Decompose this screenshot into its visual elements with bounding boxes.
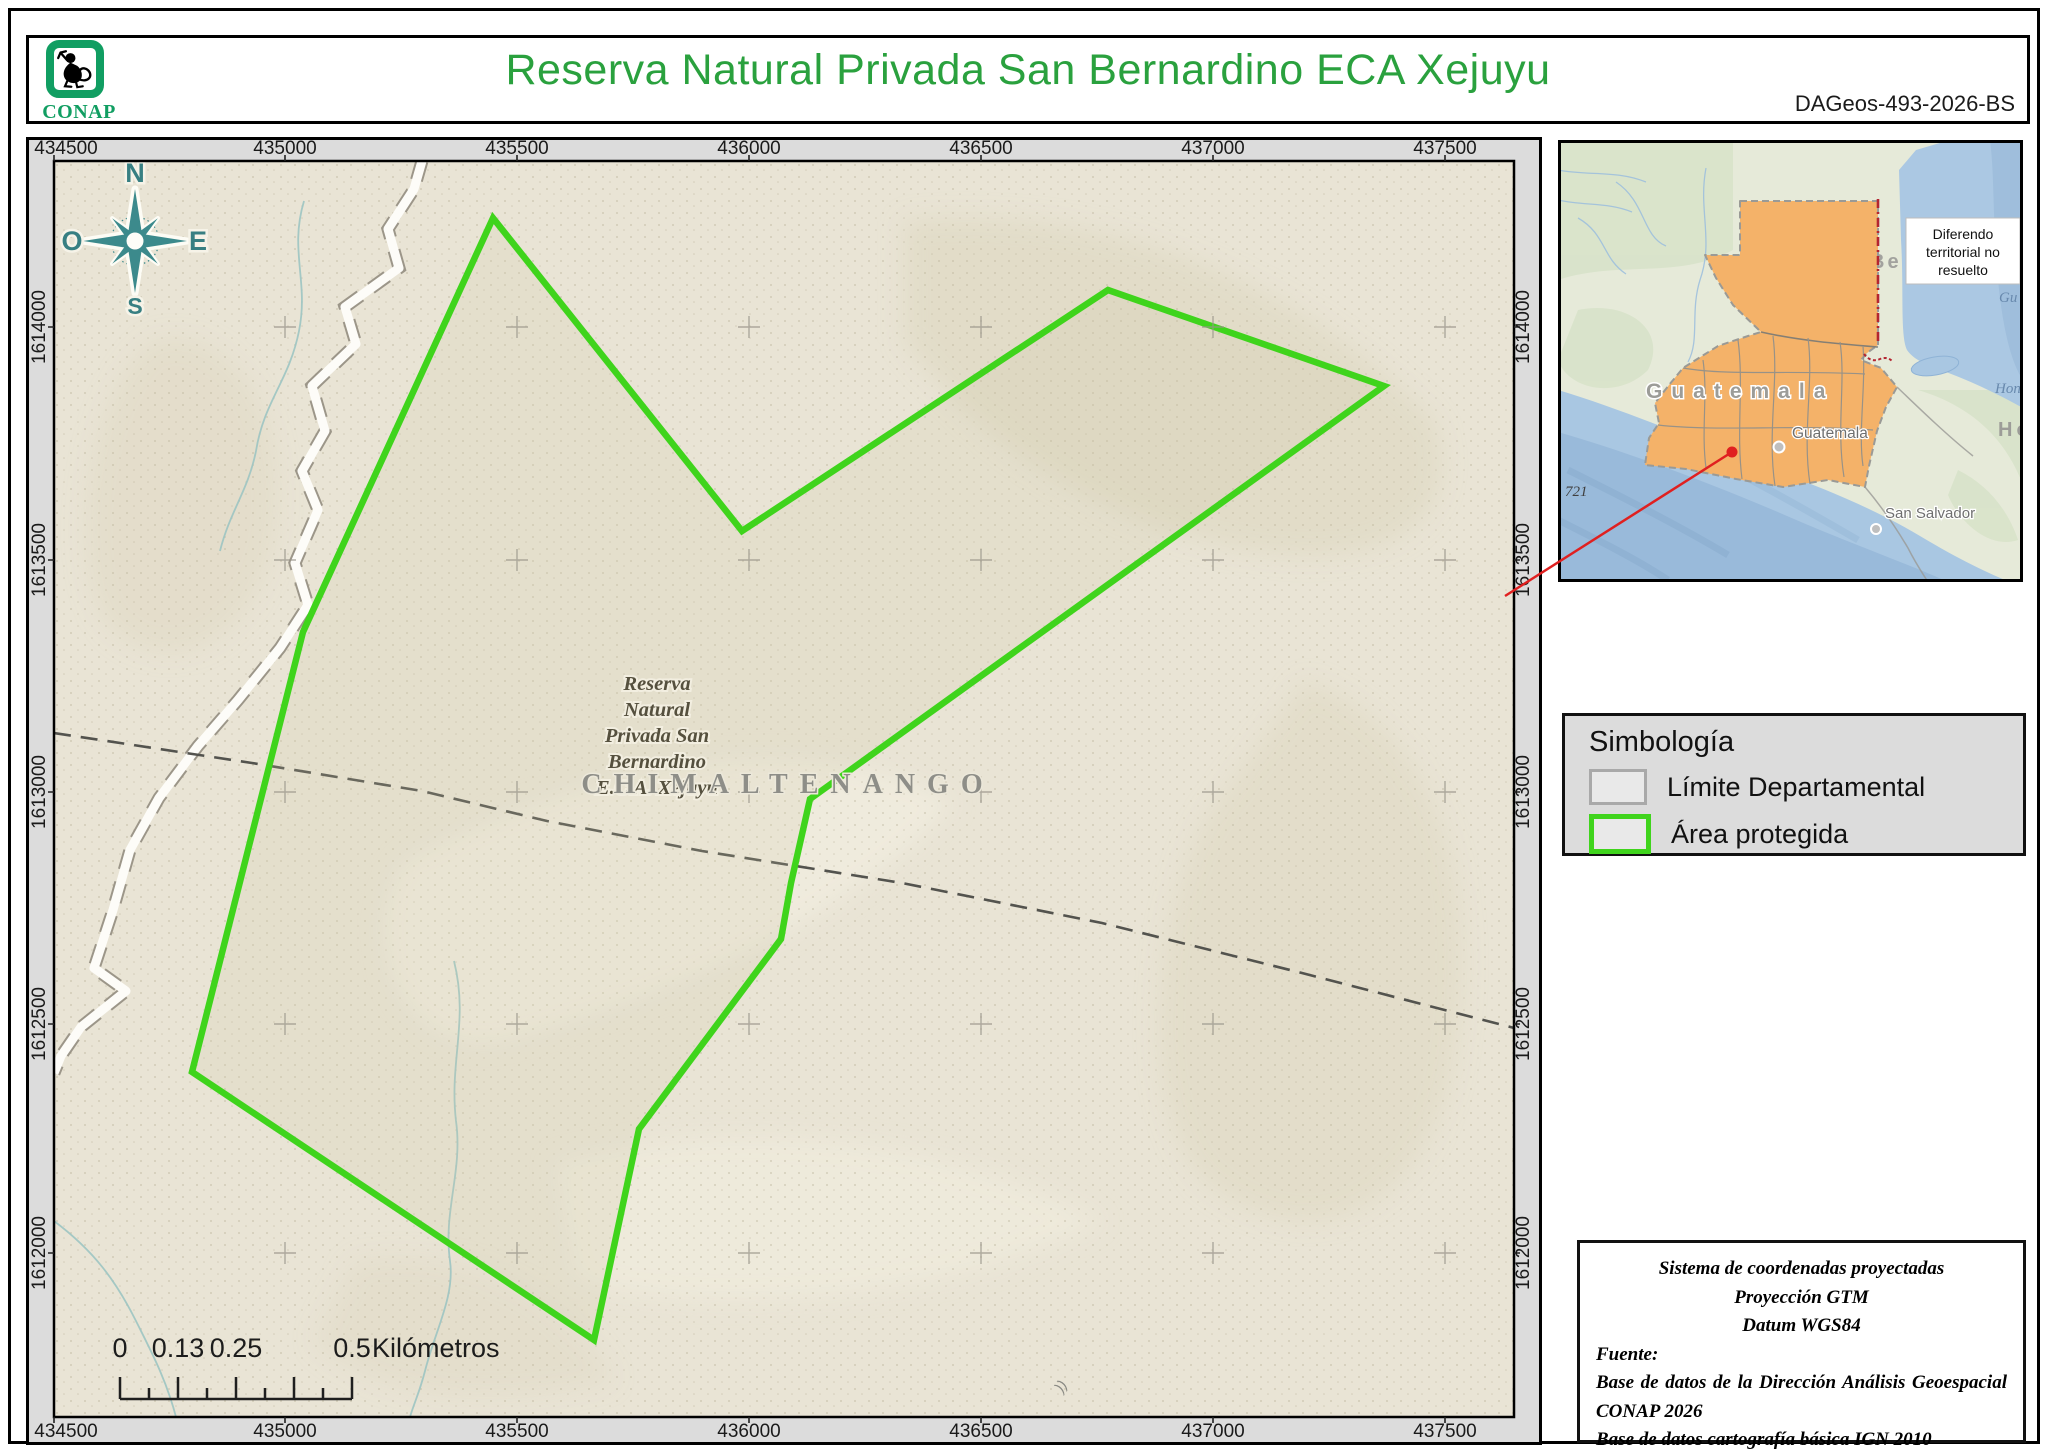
credit-line: CONAP 2026 [1596, 1400, 1703, 1422]
scale-tick-label: 0.5 [333, 1333, 371, 1363]
legend-box: Simbología Límite Departamental Área pro… [1562, 713, 2026, 856]
sea-label-honduras: Hond [1994, 381, 2023, 397]
legend-swatch-protected [1589, 814, 1651, 854]
compass-west-label: O [61, 226, 82, 256]
guatemala-country-label: Guatemala [1646, 380, 1834, 403]
territorial-note-line: Diferendo [1933, 226, 1994, 242]
territorial-note-line: resuelto [1938, 262, 1988, 278]
territorial-note-line: territorial no [1926, 244, 2000, 260]
coordinate-label: 1612000 [1513, 1216, 1534, 1290]
inset-map: Be Guatemala Guatemala San Salvador 721 … [1558, 140, 2023, 582]
territorial-note: Diferendo territorial no resuelto [1905, 217, 2021, 285]
coordinate-label: 1612500 [1513, 987, 1534, 1061]
coordinate-label: 1613000 [29, 755, 50, 829]
coordinate-label: 437500 [1413, 1421, 1476, 1442]
scale-unit-label: Kilómetros [372, 1333, 500, 1363]
credits-box: Sistema de coordenadas proyectadas Proye… [1577, 1240, 2026, 1450]
legend-label: Área protegida [1671, 818, 1849, 849]
legend-item-departmental: Límite Departamental [1589, 769, 2003, 805]
credit-line: Datum WGS84 [1742, 1315, 1861, 1336]
legend-swatch-departmental [1589, 769, 1647, 805]
header-box: Reserva Natural Privada San Bernardino E… [26, 35, 2030, 124]
capital-city-label: Guatemala [1792, 425, 1868, 442]
credit-line: Proyección GTM [1734, 1286, 1869, 1308]
coordinate-label: 1612500 [29, 987, 50, 1061]
credit-line: Fuente: [1596, 1343, 1659, 1365]
coordinate-label: 435000 [253, 138, 316, 159]
coordinate-label: 437000 [1181, 1421, 1244, 1442]
scale-tick-label: 0 [112, 1333, 127, 1363]
coordinate-label: 434500 [34, 1421, 97, 1442]
map-document: Reserva Natural Privada San Bernardino E… [0, 0, 2048, 1452]
monkey-icon [57, 50, 92, 89]
sea-label-gulf: Gu [1999, 290, 2017, 306]
scale-tick-label: 0.13 [152, 1333, 205, 1363]
honduras-label: Ho [1998, 419, 2023, 441]
san-salvador-dot [1870, 523, 1882, 535]
coordinate-label: 1613000 [1513, 755, 1534, 829]
coordinate-label: 435500 [485, 1421, 548, 1442]
coordinate-label: 434500 [34, 138, 97, 159]
conap-logo: CONAP [40, 40, 118, 124]
san-salvador-label: San Salvador [1885, 505, 1975, 522]
coordinate-label: 1613500 [29, 523, 50, 597]
coordinate-label: 1614000 [1513, 290, 1534, 364]
compass-east-label: E [189, 226, 207, 256]
legend-item-protected: Área protegida [1589, 814, 2003, 854]
compass-north-label: N [125, 158, 145, 188]
route-label: 721 [1565, 484, 1588, 500]
reserve-name-line: Natural [623, 699, 690, 721]
credit-line: Base de datos cartografía básica IGN 201… [1596, 1429, 1932, 1450]
credit-line: Sistema de coordenadas proyectadas [1658, 1258, 1945, 1279]
legend-title: Simbología [1589, 726, 1735, 758]
coordinate-label: 1613500 [1513, 523, 1534, 597]
compass-south-label: S [127, 293, 142, 319]
coordinate-label: 436000 [717, 1421, 780, 1442]
conap-wordmark: CONAP [42, 101, 116, 123]
page-title: Reserva Natural Privada San Bernardino E… [505, 46, 1551, 94]
main-map: N E O S Reserva Natural Privada San Bern… [26, 137, 1542, 1445]
doc-id-label: DAGeos-493-2026-BS [1794, 91, 2015, 116]
coordinate-label: 435000 [253, 1421, 316, 1442]
coordinate-label: 437000 [1181, 138, 1244, 159]
capital-city-dot [1772, 440, 1786, 454]
map-canvas: N E O S Reserva Natural Privada San Bern… [54, 158, 1514, 1417]
reserve-name-line: Reserva [622, 673, 690, 695]
coordinate-label: 437500 [1413, 138, 1476, 159]
coordinate-label: 435500 [485, 138, 548, 159]
department-name-label: CHIMALTENANGO [581, 769, 994, 800]
credit-line: Base de datos de la Dirección Análisis G… [1596, 1372, 2007, 1393]
coordinate-label: 436000 [717, 138, 780, 159]
coordinate-label: 436500 [949, 138, 1012, 159]
scale-tick-label: 0.25 [210, 1333, 263, 1363]
legend-label: Límite Departamental [1667, 771, 1926, 802]
coordinate-label: 1612000 [29, 1216, 50, 1290]
reserve-name-line: Privada San [604, 725, 709, 747]
coordinate-label: 436500 [949, 1421, 1012, 1442]
coordinate-label: 1614000 [29, 290, 50, 364]
conap-logo-frame [46, 40, 104, 98]
